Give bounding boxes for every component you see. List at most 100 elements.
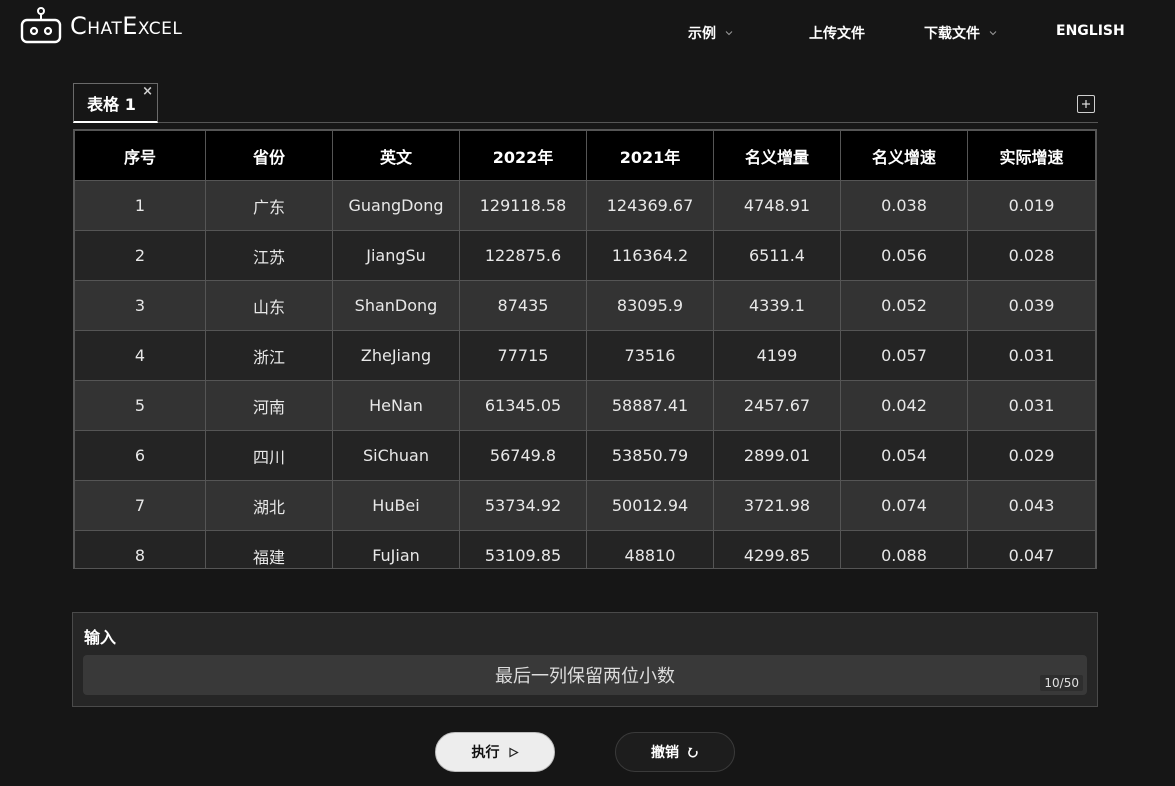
table-cell[interactable]: 53734.92 (459, 480, 587, 531)
table-cell[interactable]: 江苏 (205, 230, 333, 281)
table-cell[interactable]: HeNan (332, 380, 460, 431)
column-header[interactable]: 名义增速 (840, 130, 968, 181)
table-cell[interactable]: 0.039 (967, 280, 1096, 331)
table-cell[interactable]: 湖北 (205, 480, 333, 531)
table-cell[interactable]: 4339.1 (713, 280, 841, 331)
table-cell[interactable]: 58887.41 (586, 380, 714, 431)
table-cell[interactable]: 0.088 (840, 530, 968, 568)
table-cell[interactable]: 53850.79 (586, 430, 714, 481)
command-input-box[interactable]: 10/50 (83, 655, 1087, 695)
table-cell[interactable]: 3721.98 (713, 480, 841, 531)
run-button-label: 执行 (471, 745, 500, 761)
plus-icon (1082, 100, 1090, 108)
table-cell[interactable]: 7 (74, 480, 206, 531)
nav-upload[interactable]: 上传文件 (809, 23, 865, 43)
column-header[interactable]: 省份 (205, 130, 333, 181)
tab-sheet-1[interactable]: 表格 1 × (73, 83, 158, 123)
table-cell[interactable]: 0.052 (840, 280, 968, 331)
column-header[interactable]: 2021年 (586, 130, 714, 181)
table-cell[interactable]: 4199 (713, 330, 841, 381)
table-cell[interactable]: 广东 (205, 180, 333, 231)
table-row: 5 河南 HeNan 61345.05 58887.41 2457.67 0.0… (74, 380, 1096, 431)
table-cell[interactable]: 124369.67 (586, 180, 714, 231)
table-cell[interactable]: HuBei (332, 480, 460, 531)
table-cell[interactable]: 73516 (586, 330, 714, 381)
table-cell[interactable]: 48810 (586, 530, 714, 568)
table-cell[interactable]: 0.019 (967, 180, 1096, 231)
table-cell[interactable]: 四川 (205, 430, 333, 481)
table-cell[interactable]: 2899.01 (713, 430, 841, 481)
table-cell[interactable]: 0.028 (967, 230, 1096, 281)
tab-bar-divider (158, 122, 1098, 123)
table-cell[interactable]: 0.043 (967, 480, 1096, 531)
table-row: 1 广东 GuangDong 129118.58 124369.67 4748.… (74, 180, 1096, 231)
column-header[interactable]: 名义增量 (713, 130, 841, 181)
table-cell[interactable]: 0.042 (840, 380, 968, 431)
table-cell[interactable]: 3 (74, 280, 206, 331)
table-cell[interactable]: 0.057 (840, 330, 968, 381)
table-cell[interactable]: 0.074 (840, 480, 968, 531)
table-cell[interactable]: FuJian (332, 530, 460, 568)
close-icon[interactable]: × (142, 84, 153, 99)
table-cell[interactable]: 0.056 (840, 230, 968, 281)
table-cell[interactable]: 61345.05 (459, 380, 587, 431)
table-cell[interactable]: 0.054 (840, 430, 968, 481)
table-cell[interactable]: 53109.85 (459, 530, 587, 568)
table-cell[interactable]: 4299.85 (713, 530, 841, 568)
data-table-container[interactable]: 序号 省份 英文 2022年 2021年 名义增量 名义增速 实际增速 1 广东… (73, 129, 1097, 569)
run-button[interactable]: 执行 (435, 732, 555, 772)
table-cell[interactable]: 河南 (205, 380, 333, 431)
logo[interactable]: ChatExcel (20, 6, 182, 46)
table-cell[interactable]: 122875.6 (459, 230, 587, 281)
command-input[interactable] (83, 663, 1087, 687)
table-cell[interactable]: 4 (74, 330, 206, 381)
table-cell[interactable]: ShanDong (332, 280, 460, 331)
nav-examples[interactable]: 示例 (688, 23, 733, 43)
add-tab-button[interactable] (1077, 95, 1095, 113)
table-cell[interactable]: 山东 (205, 280, 333, 331)
tab-label: 表格 1 (87, 94, 136, 114)
table-cell[interactable]: 6 (74, 430, 206, 481)
table-cell[interactable]: 0.047 (967, 530, 1096, 568)
table-cell[interactable]: 0.029 (967, 430, 1096, 481)
table-cell[interactable]: SiChuan (332, 430, 460, 481)
nav-download[interactable]: 下载文件 (924, 23, 997, 43)
column-header[interactable]: 2022年 (459, 130, 587, 181)
table-cell[interactable]: JiangSu (332, 230, 460, 281)
table-cell[interactable]: 2 (74, 230, 206, 281)
table-cell[interactable]: 0.038 (840, 180, 968, 231)
column-header[interactable]: 序号 (74, 130, 206, 181)
table-cell[interactable]: 56749.8 (459, 430, 587, 481)
char-counter: 10/50 (1040, 675, 1083, 691)
table-row: 4 浙江 ZheJiang 77715 73516 4199 0.057 0.0… (74, 330, 1096, 381)
nav-language[interactable]: ENGLISH (1056, 23, 1125, 39)
table-cell[interactable]: 0.031 (967, 330, 1096, 381)
table-cell[interactable]: 129118.58 (459, 180, 587, 231)
column-header[interactable]: 英文 (332, 130, 460, 181)
table-cell[interactable]: 浙江 (205, 330, 333, 381)
table-cell[interactable]: 6511.4 (713, 230, 841, 281)
table-cell[interactable]: 8 (74, 530, 206, 568)
table-row: 7 湖北 HuBei 53734.92 50012.94 3721.98 0.0… (74, 480, 1096, 531)
table-cell[interactable]: 83095.9 (586, 280, 714, 331)
undo-button[interactable]: 撤销 (615, 732, 735, 772)
table-cell[interactable]: 5 (74, 380, 206, 431)
table-cell[interactable]: 0.031 (967, 380, 1096, 431)
table-cell[interactable]: 50012.94 (586, 480, 714, 531)
table-cell[interactable]: 77715 (459, 330, 587, 381)
column-header[interactable]: 实际增速 (967, 130, 1096, 181)
nav-upload-label: 上传文件 (809, 26, 865, 42)
table-cell[interactable]: 福建 (205, 530, 333, 568)
input-label: 输入 (84, 628, 117, 647)
table-cell[interactable]: 4748.91 (713, 180, 841, 231)
table-cell[interactable]: 2457.67 (713, 380, 841, 431)
table-cell[interactable]: 87435 (459, 280, 587, 331)
nav-download-label: 下载文件 (924, 26, 980, 42)
table-cell[interactable]: GuangDong (332, 180, 460, 231)
nav-examples-label: 示例 (688, 26, 716, 42)
table-cell[interactable]: ZheJiang (332, 330, 460, 381)
table-cell[interactable]: 1 (74, 180, 206, 231)
table-cell[interactable]: 116364.2 (586, 230, 714, 281)
data-table: 序号 省份 英文 2022年 2021年 名义增量 名义增速 实际增速 1 广东… (74, 130, 1096, 568)
chevron-down-icon (725, 31, 733, 36)
